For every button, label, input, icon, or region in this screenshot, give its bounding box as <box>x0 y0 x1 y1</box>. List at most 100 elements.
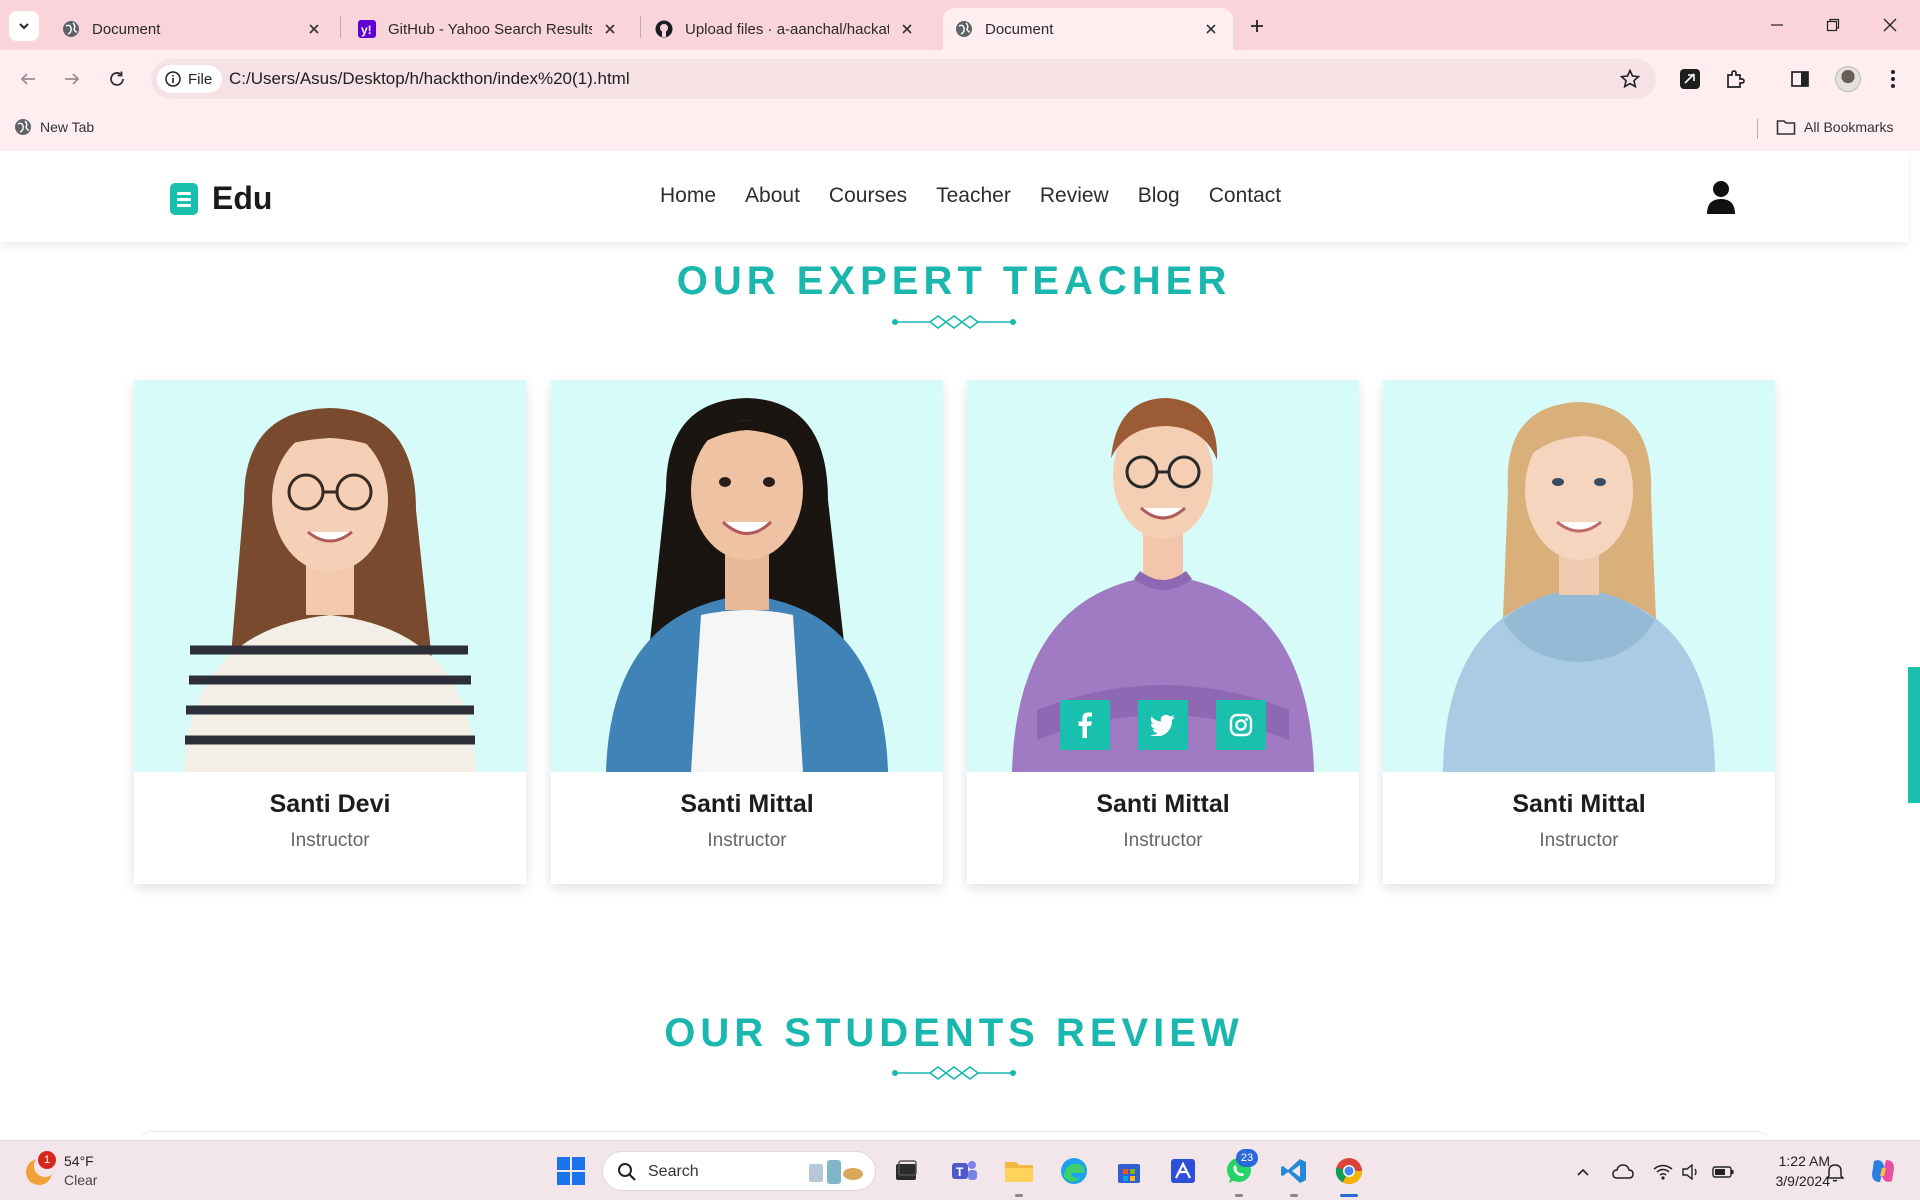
close-icon[interactable] <box>600 19 620 39</box>
bookmark-star-button[interactable] <box>1618 67 1642 91</box>
profile-button[interactable] <box>1834 65 1862 93</box>
browser-tab-yahoo-search[interactable]: y! GitHub - Yahoo Search Results <box>346 8 632 50</box>
wifi-tray[interactable] <box>1652 1161 1674 1183</box>
browser-tab-upload-files[interactable]: Upload files · a-aanchal/hackath <box>643 8 929 50</box>
nav-courses[interactable]: Courses <box>829 184 907 208</box>
reload-icon <box>110 71 124 86</box>
close-icon[interactable] <box>304 19 324 39</box>
search-icon <box>618 1163 636 1181</box>
facebook-button[interactable] <box>1060 700 1110 750</box>
new-tab-button[interactable] <box>1243 12 1271 40</box>
vscode-app[interactable] <box>1276 1153 1312 1189</box>
teacher-role: Instructor <box>1539 830 1619 851</box>
github-icon <box>655 20 673 38</box>
site-logo[interactable]: Edu <box>170 180 272 217</box>
nav-teacher[interactable]: Teacher <box>936 184 1011 208</box>
title-divider <box>892 315 1016 329</box>
instagram-icon <box>1229 713 1253 737</box>
taskbar-clock[interactable]: 1:22 AM 3/9/2024 <box>1740 1151 1831 1191</box>
volume-tray[interactable] <box>1680 1161 1702 1183</box>
pen-app[interactable] <box>1165 1153 1201 1189</box>
star-icon <box>1620 69 1640 89</box>
nav-review[interactable]: Review <box>1040 184 1109 208</box>
whatsapp-badge: 23 <box>1236 1149 1258 1167</box>
nav-about[interactable]: About <box>745 184 800 208</box>
running-indicator <box>1290 1194 1298 1197</box>
globe-icon <box>15 119 31 135</box>
weather-temp: 54°F <box>64 1153 94 1169</box>
bookmarks-bar: New Tab All Bookmarks <box>0 107 1920 151</box>
store-app[interactable] <box>1111 1153 1147 1189</box>
teacher-photo <box>551 380 943 772</box>
arrow-left-icon <box>20 73 35 85</box>
page-scrollbar-thumb[interactable] <box>1908 667 1920 803</box>
minimize-button[interactable] <box>1759 10 1795 40</box>
twitter-icon <box>1150 714 1175 736</box>
more-vertical-icon <box>1891 70 1895 88</box>
start-button[interactable] <box>553 1153 589 1189</box>
teacher-photo <box>1383 380 1775 772</box>
globe-icon <box>955 20 973 38</box>
folder-icon <box>1005 1162 1033 1182</box>
file-explorer-app[interactable] <box>1001 1153 1037 1189</box>
onedrive-tray[interactable] <box>1612 1161 1634 1183</box>
all-bookmarks-button[interactable]: All Bookmarks <box>1776 118 1893 136</box>
nav-contact[interactable]: Contact <box>1209 184 1281 208</box>
browser-tab-bar: Document y! GitHub - Yahoo Search Result… <box>0 0 1920 50</box>
teacher-card[interactable]: Santi Mittal Instructor <box>967 380 1359 884</box>
battery-tray[interactable] <box>1712 1161 1734 1183</box>
extension-logo-icon <box>1680 69 1700 89</box>
notifications-button[interactable] <box>1824 1161 1846 1183</box>
forward-button[interactable] <box>56 63 88 95</box>
browser-tab-document-active[interactable]: Document <box>943 8 1233 50</box>
teacher-name: Santi Mittal <box>680 790 814 818</box>
teams-icon: T <box>952 1161 977 1180</box>
browser-menu-button[interactable] <box>1879 65 1907 93</box>
weather-widget[interactable]: 1 54°F Clear <box>22 1151 142 1191</box>
taskbar-search[interactable]: Search <box>602 1151 876 1191</box>
site-info-chip[interactable]: File <box>157 65 223 93</box>
close-icon[interactable] <box>1201 19 1221 39</box>
tab-search-button[interactable] <box>9 11 39 41</box>
side-panel-button[interactable] <box>1786 65 1814 93</box>
edge-app[interactable] <box>1056 1153 1092 1189</box>
back-button[interactable] <box>12 63 44 95</box>
close-icon[interactable] <box>897 19 917 39</box>
teacher-card[interactable]: Santi Devi Instructor <box>134 380 526 884</box>
teacher-name: Santi Mittal <box>1512 790 1646 818</box>
reload-button[interactable] <box>101 63 133 95</box>
extension-button[interactable] <box>1676 65 1704 93</box>
nav-home[interactable]: Home <box>660 184 716 208</box>
user-icon[interactable] <box>1706 180 1736 214</box>
weather-badge: 1 <box>38 1151 56 1169</box>
teacher-card[interactable]: Santi Mittal Instructor <box>1383 380 1775 884</box>
close-window-button[interactable] <box>1872 10 1908 40</box>
vscode-icon <box>1281 1159 1306 1183</box>
instagram-button[interactable] <box>1216 700 1266 750</box>
bell-icon <box>1826 1164 1844 1182</box>
reviews-section-title: OUR STUDENTS REVIEW <box>664 1011 1244 1055</box>
teacher-card[interactable]: Santi Mittal Instructor <box>551 380 943 884</box>
side-panel-icon <box>1791 71 1809 87</box>
svg-text:y!: y! <box>361 23 372 37</box>
review-card-container <box>138 1131 1770 1140</box>
nav-blog[interactable]: Blog <box>1138 184 1180 208</box>
bookmark-new-tab[interactable]: New Tab <box>14 118 94 136</box>
pen-app-icon <box>1171 1159 1195 1183</box>
task-view-button[interactable] <box>888 1153 924 1189</box>
clock-time: 1:22 AM <box>1778 1153 1830 1169</box>
book-icon <box>170 182 198 215</box>
extensions-menu-button[interactable] <box>1721 65 1749 93</box>
chrome-app[interactable] <box>1331 1153 1367 1189</box>
tray-overflow-button[interactable] <box>1572 1161 1594 1183</box>
address-url[interactable]: C:/Users/Asus/Desktop/h/hackthon/index%2… <box>229 69 630 89</box>
copilot-button[interactable] <box>1866 1154 1900 1188</box>
restore-button[interactable] <box>1815 10 1851 40</box>
chrome-icon <box>1335 1158 1363 1185</box>
globe-icon <box>62 20 80 38</box>
browser-tab-document-1[interactable]: Document <box>50 8 336 50</box>
teams-app[interactable]: T <box>946 1153 982 1189</box>
twitter-button[interactable] <box>1138 700 1188 750</box>
address-bar[interactable]: File C:/Users/Asus/Desktop/h/hackthon/in… <box>151 59 1656 99</box>
info-icon <box>165 71 181 87</box>
